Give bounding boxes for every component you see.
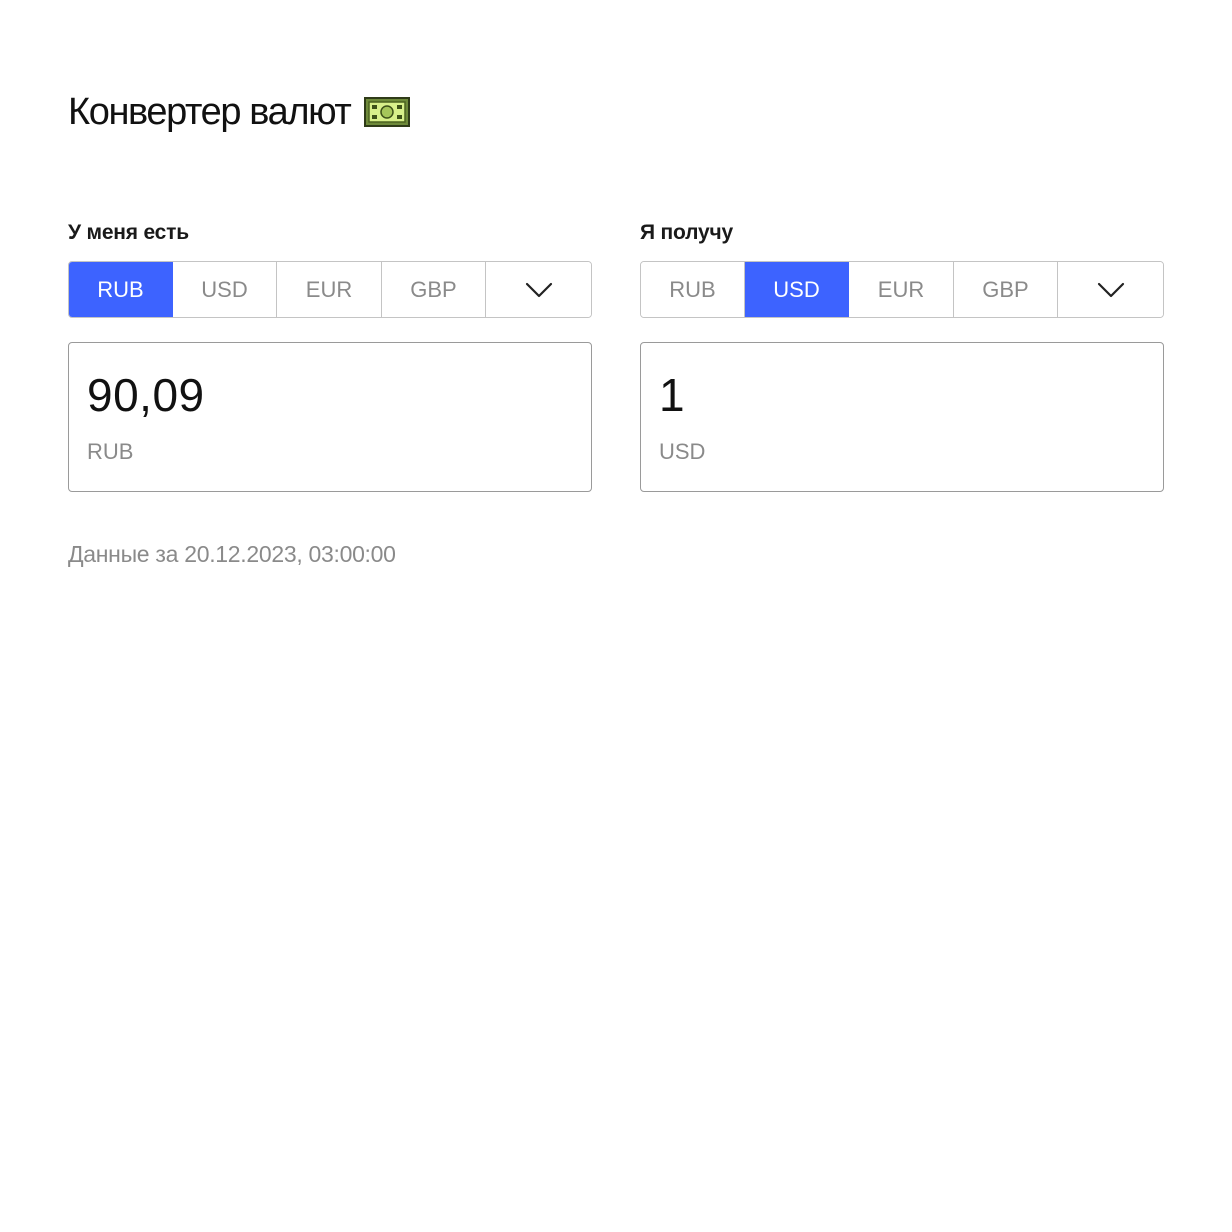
currency-converter-page: Конвертер валют У меня есть RUB USD EUR …	[0, 0, 1232, 1232]
from-panel-label: У меня есть	[68, 221, 189, 244]
from-tab-rub[interactable]: RUB	[69, 262, 173, 317]
to-amount-field[interactable]: 1 USD	[640, 342, 1164, 492]
to-more-currencies-button[interactable]	[1058, 262, 1163, 317]
from-amount-currency: RUB	[87, 439, 134, 464]
to-currency-tabs: RUB USD EUR GBP	[640, 261, 1164, 318]
data-timestamp: Данные за 20.12.2023, 03:00:00	[68, 541, 396, 567]
from-currency-panel: У меня есть RUB USD EUR GBP 90,09 RUB	[68, 218, 592, 492]
to-amount-currency: USD	[659, 439, 706, 464]
from-tab-gbp[interactable]: GBP	[382, 262, 486, 317]
page-title: Конвертер валют	[68, 91, 352, 133]
chevron-down-icon	[1097, 282, 1124, 297]
chevron-down-icon	[525, 282, 552, 297]
from-more-currencies-button[interactable]	[486, 262, 591, 317]
to-tab-rub[interactable]: RUB	[641, 262, 745, 317]
from-amount-field[interactable]: 90,09 RUB	[68, 342, 592, 492]
money-bill-icon	[364, 96, 411, 128]
to-tab-usd[interactable]: USD	[745, 262, 849, 317]
from-tab-eur[interactable]: EUR	[277, 262, 382, 317]
title-row: Конвертер валют	[68, 88, 411, 136]
to-panel-label: Я получу	[640, 221, 733, 244]
from-tab-usd[interactable]: USD	[173, 262, 277, 317]
from-amount-value[interactable]: 90,09	[87, 365, 573, 425]
to-currency-panel: Я получу RUB USD EUR GBP 1 USD	[640, 218, 1164, 492]
to-tab-eur[interactable]: EUR	[849, 262, 954, 317]
to-tab-gbp[interactable]: GBP	[954, 262, 1058, 317]
from-currency-tabs: RUB USD EUR GBP	[68, 261, 592, 318]
to-amount-value[interactable]: 1	[659, 365, 1145, 425]
